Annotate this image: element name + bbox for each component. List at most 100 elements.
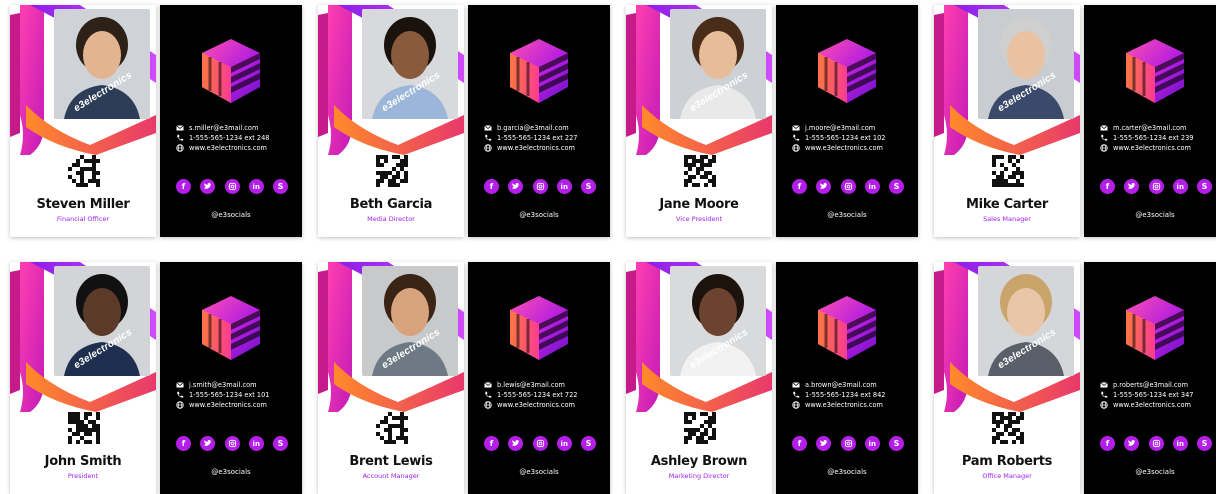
linkedin-icon[interactable]: in [556,179,572,194]
skype-icon[interactable]: S [1197,179,1212,194]
twitter-icon[interactable] [508,179,524,194]
email-row[interactable]: b.lewis@e3mail.com [484,380,610,390]
facebook-icon[interactable]: f [1100,179,1115,194]
skype-icon[interactable]: S [889,179,904,194]
business-card-pair[interactable]: e3electronics Beth Garcia Media Director [318,5,610,237]
business-card-pair[interactable]: e3electronics Steven Miller Financial Of… [10,5,302,237]
skype-icon[interactable]: S [889,436,904,451]
phone-row[interactable]: 1-555-565-1234 ext 248 [176,133,302,143]
qr-code[interactable] [684,155,716,187]
email-row[interactable]: p.roberts@e3mail.com [1100,380,1216,390]
website-row[interactable]: www.e3electronics.com [1100,400,1216,410]
phone-row[interactable]: 1-555-565-1234 ext 102 [792,133,918,143]
phone-text: 1-555-565-1234 ext 347 [1113,391,1194,399]
card-back[interactable]: j.smith@e3mail.com 1-555-565-1234 ext 10… [160,262,302,494]
phone-row[interactable]: 1-555-565-1234 ext 842 [792,390,918,400]
contact-details: s.miller@e3mail.com 1-555-565-1234 ext 2… [176,123,302,153]
facebook-icon[interactable]: f [484,179,499,194]
skype-icon[interactable]: S [581,436,596,451]
card-back[interactable]: p.roberts@e3mail.com 1-555-565-1234 ext … [1084,262,1216,494]
linkedin-icon[interactable]: in [864,179,880,194]
business-card-pair[interactable]: e3electronics Mike Carter Sales Manager [934,5,1216,237]
instagram-icon[interactable] [224,179,240,194]
linkedin-icon[interactable]: in [1172,179,1188,194]
card-front[interactable]: e3electronics John Smith President [10,262,156,494]
phone-text: 1-555-565-1234 ext 722 [497,391,578,399]
linkedin-icon[interactable]: in [864,436,880,451]
twitter-icon[interactable] [816,179,832,194]
phone-row[interactable]: 1-555-565-1234 ext 722 [484,390,610,400]
business-card-pair[interactable]: e3electronics Ashley Brown Marketing Dir… [626,262,918,494]
phone-row[interactable]: 1-555-565-1234 ext 227 [484,133,610,143]
email-row[interactable]: a.brown@e3mail.com [792,380,918,390]
card-back[interactable]: m.carter@e3mail.com 1-555-565-1234 ext 2… [1084,5,1216,237]
website-row[interactable]: www.e3electronics.com [176,143,302,153]
instagram-icon[interactable] [532,436,548,451]
skype-icon[interactable]: S [273,436,288,451]
facebook-icon[interactable]: f [792,436,807,451]
phone-row[interactable]: 1-555-565-1234 ext 239 [1100,133,1216,143]
facebook-icon[interactable]: f [484,436,499,451]
card-front[interactable]: e3electronics Mike Carter Sales Manager [934,5,1080,237]
email-row[interactable]: j.moore@e3mail.com [792,123,918,133]
email-row[interactable]: b.garcia@e3mail.com [484,123,610,133]
phone-row[interactable]: 1-555-565-1234 ext 101 [176,390,302,400]
facebook-icon[interactable]: f [176,179,191,194]
card-front[interactable]: e3electronics Brent Lewis Account Manage… [318,262,464,494]
instagram-icon[interactable] [1148,179,1164,194]
twitter-icon[interactable] [816,436,832,451]
instagram-icon[interactable] [1148,436,1164,451]
card-back[interactable]: s.miller@e3mail.com 1-555-565-1234 ext 2… [160,5,302,237]
qr-code[interactable] [684,412,716,444]
card-back[interactable]: j.moore@e3mail.com 1-555-565-1234 ext 10… [776,5,918,237]
instagram-icon[interactable] [224,436,240,451]
linkedin-icon[interactable]: in [248,436,264,451]
twitter-icon[interactable] [508,436,524,451]
card-front[interactable]: e3electronics Jane Moore Vice President [626,5,772,237]
qr-code[interactable] [992,155,1024,187]
twitter-icon[interactable] [200,436,216,451]
business-card-pair[interactable]: e3electronics Pam Roberts Office Manager [934,262,1216,494]
twitter-icon[interactable] [1124,179,1140,194]
qr-code[interactable] [68,412,100,444]
email-row[interactable]: j.smith@e3mail.com [176,380,302,390]
email-row[interactable]: m.carter@e3mail.com [1100,123,1216,133]
instagram-icon[interactable] [840,436,856,451]
linkedin-icon[interactable]: in [556,436,572,451]
qr-code[interactable] [376,412,408,444]
card-back[interactable]: a.brown@e3mail.com 1-555-565-1234 ext 84… [776,262,918,494]
facebook-icon[interactable]: f [792,179,807,194]
website-row[interactable]: www.e3electronics.com [484,400,610,410]
linkedin-icon[interactable]: in [248,179,264,194]
qr-code[interactable] [376,155,408,187]
qr-code[interactable] [68,155,100,187]
instagram-icon[interactable] [532,179,548,194]
skype-icon[interactable]: S [1197,436,1212,451]
instagram-icon[interactable] [840,179,856,194]
card-front[interactable]: e3electronics Pam Roberts Office Manager [934,262,1080,494]
card-back[interactable]: b.lewis@e3mail.com 1-555-565-1234 ext 72… [468,262,610,494]
card-back[interactable]: b.garcia@e3mail.com 1-555-565-1234 ext 2… [468,5,610,237]
facebook-icon[interactable]: f [1100,436,1115,451]
business-card-pair[interactable]: e3electronics Brent Lewis Account Manage… [318,262,610,494]
skype-icon[interactable]: S [581,179,596,194]
website-row[interactable]: www.e3electronics.com [176,400,302,410]
card-front[interactable]: e3electronics Steven Miller Financial Of… [10,5,156,237]
business-card-pair[interactable]: e3electronics Jane Moore Vice President [626,5,918,237]
website-row[interactable]: www.e3electronics.com [792,143,918,153]
skype-icon[interactable]: S [273,179,288,194]
email-row[interactable]: s.miller@e3mail.com [176,123,302,133]
card-front[interactable]: e3electronics Beth Garcia Media Director [318,5,464,237]
phone-row[interactable]: 1-555-565-1234 ext 347 [1100,390,1216,400]
website-row[interactable]: www.e3electronics.com [1100,143,1216,153]
website-row[interactable]: www.e3electronics.com [484,143,610,153]
qr-code[interactable] [992,412,1024,444]
twitter-icon[interactable] [200,179,216,194]
card-front[interactable]: e3electronics Ashley Brown Marketing Dir… [626,262,772,494]
linkedin-icon[interactable]: in [1172,436,1188,451]
twitter-icon[interactable] [1124,436,1140,451]
email-text: p.roberts@e3mail.com [1113,381,1189,389]
business-card-pair[interactable]: e3electronics John Smith President j.smi… [10,262,302,494]
facebook-icon[interactable]: f [176,436,191,451]
website-row[interactable]: www.e3electronics.com [792,400,918,410]
